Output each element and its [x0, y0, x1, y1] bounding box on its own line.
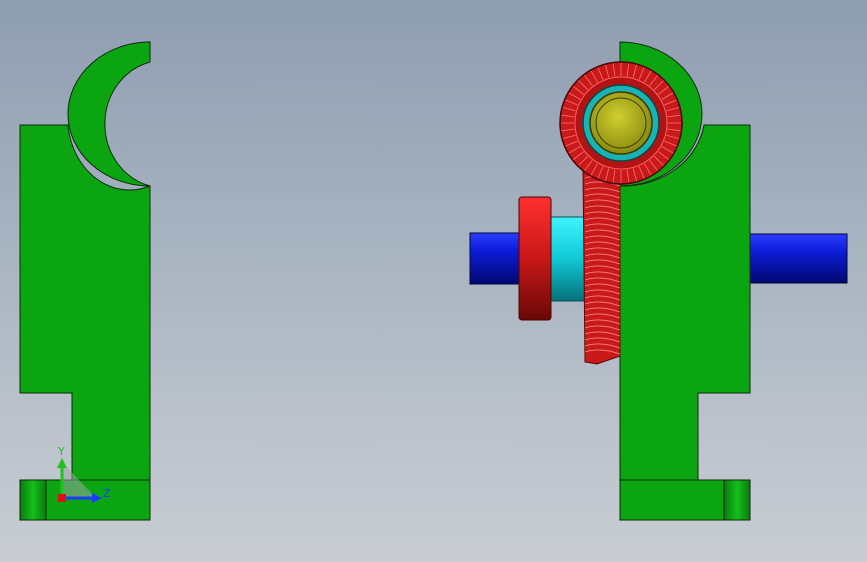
right-bracket-foot-shade: [723, 479, 751, 521]
y-axis-label: Y: [57, 445, 65, 458]
cad-viewport[interactable]: Y Z: [0, 0, 867, 562]
left-bracket-foot-shade: [19, 479, 47, 521]
red-collar[interactable]: [518, 196, 552, 321]
gear-rack[interactable]: [582, 169, 621, 365]
left-bracket[interactable]: [19, 41, 151, 521]
model-canvas: Y Z: [19, 41, 848, 521]
gear-wheel[interactable]: [559, 61, 683, 185]
x-axis-marker: [58, 494, 66, 502]
z-axis-label: Z: [103, 487, 111, 500]
y-axis-arrow: [57, 458, 67, 468]
cyan-spacer[interactable]: [547, 216, 589, 302]
hub: [589, 91, 653, 155]
shaft-left-segment: [469, 232, 523, 285]
shaft-right-segment: [749, 233, 848, 284]
